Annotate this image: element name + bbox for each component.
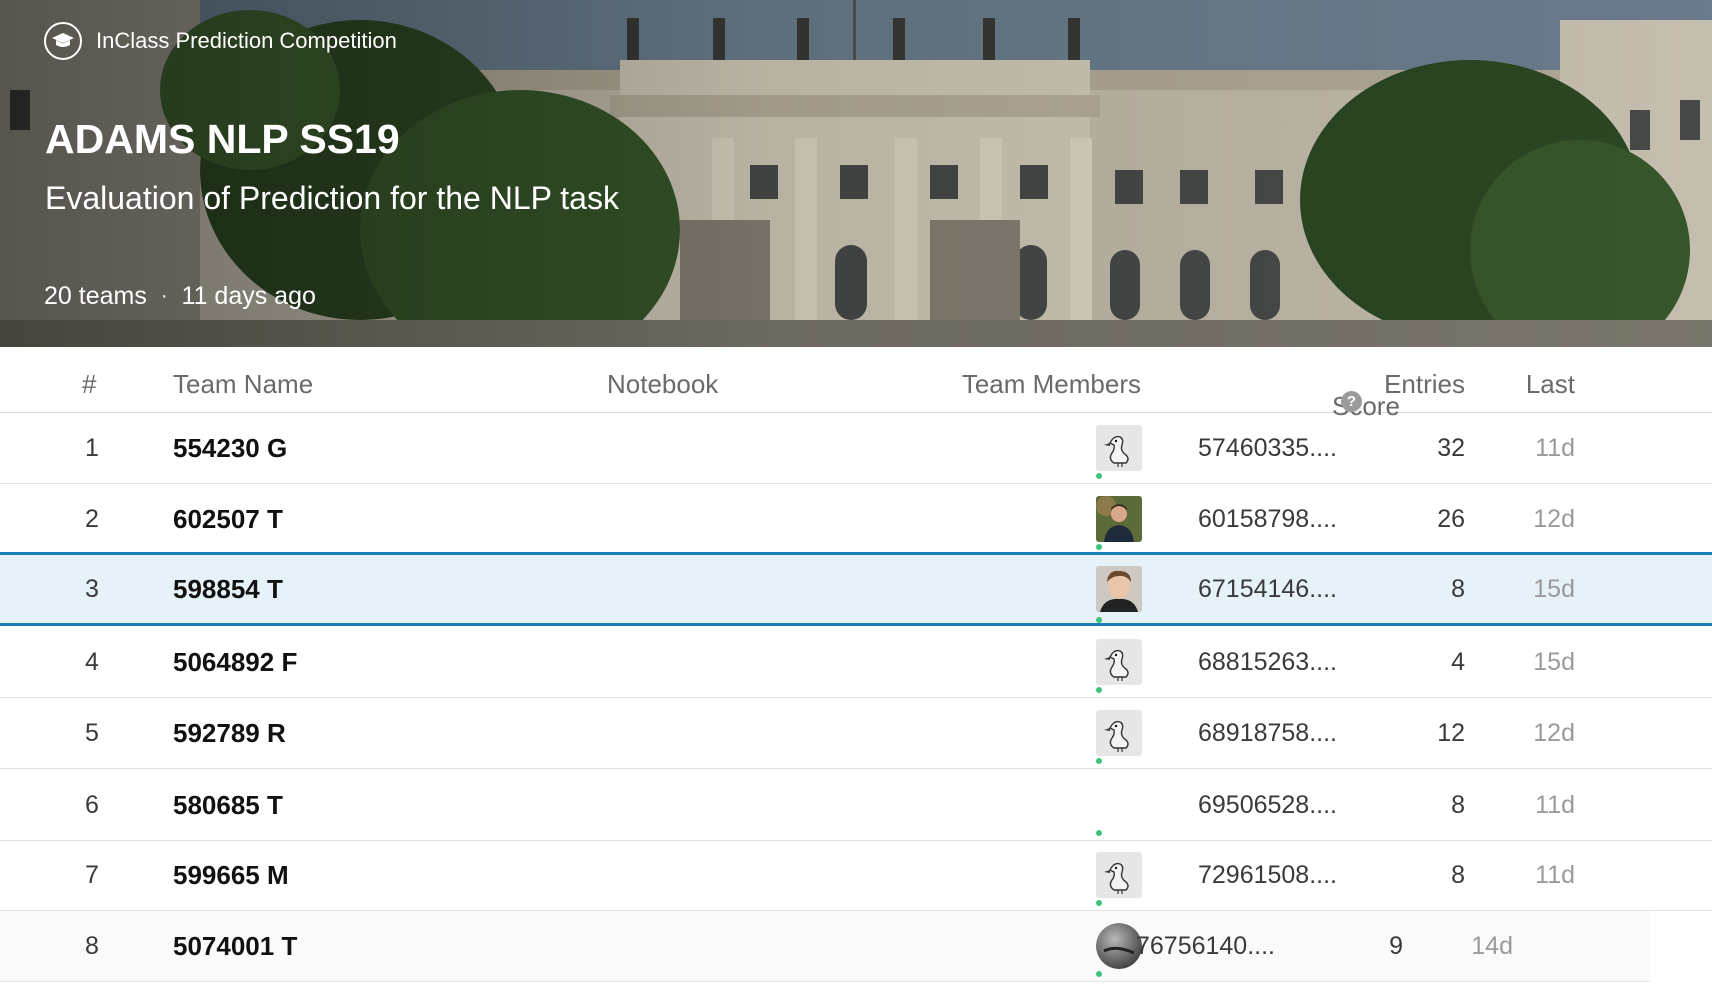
competition-title: ADAMS NLP SS19 bbox=[45, 116, 400, 162]
competition-subtitle: Evaluation of Prediction for the NLP tas… bbox=[45, 180, 619, 216]
competition-type: InClass Prediction Competition bbox=[44, 22, 397, 60]
header-last: Last bbox=[1525, 369, 1575, 399]
team-name-link[interactable]: 5074001 T bbox=[173, 911, 297, 981]
table-row[interactable]: 3 598854 T 67154146.... 8 15d bbox=[0, 552, 1712, 626]
online-status-dot bbox=[1096, 687, 1102, 693]
last-submission-cell: 15d bbox=[1533, 574, 1575, 603]
last-submission-cell: 15d bbox=[1533, 647, 1575, 676]
team-members-cell bbox=[1096, 698, 1142, 768]
online-status-dot bbox=[1096, 900, 1102, 906]
entries-cell: 12 bbox=[1437, 718, 1465, 747]
team-name-link[interactable]: 598854 T bbox=[173, 555, 283, 623]
avatar[interactable] bbox=[1096, 710, 1142, 756]
table-row[interactable]: 2 602507 T 60158798.... 26 12d bbox=[0, 484, 1712, 555]
entries-cell: 8 bbox=[1451, 860, 1465, 889]
team-name-link[interactable]: 599665 M bbox=[173, 840, 289, 910]
rank-cell: 4 bbox=[85, 647, 99, 676]
last-submission-cell: 12d bbox=[1533, 504, 1575, 533]
question-circle-icon[interactable]: ? bbox=[1341, 391, 1362, 412]
header-team-members: Team Members bbox=[961, 369, 1141, 399]
rank-cell: 2 bbox=[85, 504, 99, 533]
team-members-cell bbox=[1096, 627, 1142, 697]
team-members-cell bbox=[1096, 555, 1142, 623]
entries-cell: 4 bbox=[1451, 647, 1465, 676]
entries-cell: 32 bbox=[1437, 433, 1465, 462]
header-entries: Entries bbox=[1384, 369, 1465, 399]
team-members-cell bbox=[1096, 770, 1142, 840]
last-submission-cell: 11d bbox=[1535, 433, 1575, 462]
table-row[interactable]: 1 554230 G 57460335.... 32 11d bbox=[0, 413, 1712, 484]
avatar[interactable] bbox=[1096, 496, 1142, 542]
header-rank: # bbox=[82, 369, 97, 399]
avatar[interactable] bbox=[1096, 566, 1142, 612]
online-status-dot bbox=[1096, 758, 1102, 764]
table-row[interactable]: 8 5074001 T 76756140.... 9 14d bbox=[0, 911, 1650, 982]
score-cell: 69506528.... bbox=[1197, 790, 1337, 819]
table-row[interactable]: 4 5064892 F 68815263.... 4 15d bbox=[0, 627, 1712, 698]
score-cell: 67154146.... bbox=[1197, 574, 1337, 603]
score-cell: 76756140.... bbox=[1135, 931, 1275, 960]
rank-cell: 8 bbox=[85, 931, 99, 960]
competition-age: 11 days ago bbox=[181, 282, 316, 310]
competition-meta: 20 teams · 11 days ago bbox=[44, 282, 316, 311]
entries-cell: 26 bbox=[1437, 504, 1465, 533]
score-cell: 57460335.... bbox=[1197, 433, 1337, 462]
last-submission-cell: 11d bbox=[1535, 790, 1575, 819]
avatar[interactable] bbox=[1096, 852, 1142, 898]
leaderboard-header: # Team Name Notebook Team Members Score … bbox=[0, 347, 1712, 421]
avatar[interactable] bbox=[1096, 425, 1142, 471]
team-members-cell bbox=[1096, 484, 1142, 554]
team-name-link[interactable]: 5064892 F bbox=[173, 627, 297, 697]
table-row[interactable]: 7 599665 M 72961508.... 8 11d bbox=[0, 840, 1712, 911]
online-status-dot bbox=[1096, 830, 1102, 836]
entries-cell: 8 bbox=[1451, 574, 1465, 603]
rank-cell: 7 bbox=[85, 860, 99, 889]
score-cell: 68815263.... bbox=[1197, 647, 1337, 676]
online-status-dot bbox=[1096, 473, 1102, 479]
score-cell: 68918758.... bbox=[1197, 718, 1337, 747]
online-status-dot bbox=[1096, 971, 1102, 977]
team-name-link[interactable]: 592789 R bbox=[173, 698, 286, 768]
team-name-link[interactable]: 602507 T bbox=[173, 484, 283, 554]
score-cell: 60158798.... bbox=[1197, 504, 1337, 533]
online-status-dot bbox=[1096, 617, 1102, 623]
competition-banner: InClass Prediction Competition ADAMS NLP… bbox=[0, 0, 1712, 347]
rank-cell: 1 bbox=[85, 433, 99, 462]
team-count: 20 teams bbox=[44, 282, 147, 310]
team-members-cell bbox=[1096, 840, 1142, 910]
entries-cell: 8 bbox=[1451, 790, 1465, 819]
rank-cell: 6 bbox=[85, 790, 99, 819]
entries-cell: 9 bbox=[1389, 931, 1403, 960]
header-team-name: Team Name bbox=[173, 369, 314, 399]
avatar[interactable] bbox=[1096, 639, 1142, 685]
meta-separator: · bbox=[160, 285, 168, 307]
rank-cell: 5 bbox=[85, 718, 99, 747]
online-status-dot bbox=[1096, 544, 1102, 550]
rank-cell: 3 bbox=[85, 574, 99, 603]
table-row[interactable]: 5 592789 R 68918758.... 12 12d bbox=[0, 698, 1712, 769]
team-members-cell bbox=[1096, 413, 1142, 483]
team-name-link[interactable]: 580685 T bbox=[173, 770, 283, 840]
team-name-link[interactable]: 554230 G bbox=[173, 413, 287, 483]
graduation-cap-icon bbox=[44, 22, 82, 60]
table-row[interactable]: 6 580685 T 69506528.... 8 11d bbox=[0, 770, 1712, 841]
header-notebook: Notebook bbox=[607, 369, 719, 399]
last-submission-cell: 14d bbox=[1471, 931, 1513, 960]
competition-type-label: InClass Prediction Competition bbox=[96, 28, 397, 53]
last-submission-cell: 12d bbox=[1533, 718, 1575, 747]
last-submission-cell: 11d bbox=[1535, 860, 1575, 889]
score-cell: 72961508.... bbox=[1197, 860, 1337, 889]
